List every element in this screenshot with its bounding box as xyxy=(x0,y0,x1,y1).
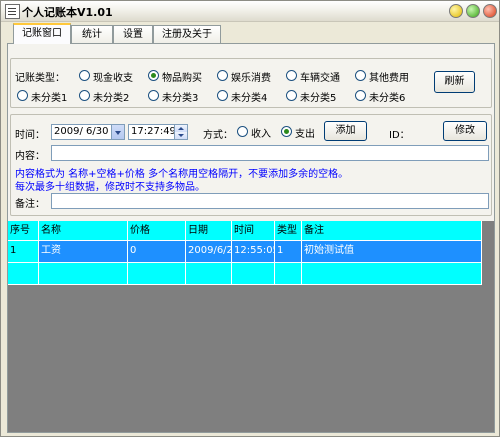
radio-uncat-1-label: 未分类1 xyxy=(31,93,68,104)
table-new-row-cell[interactable] xyxy=(39,263,128,285)
table-cell-time[interactable]: 12:55:05 xyxy=(232,241,275,263)
radio-entertainment[interactable] xyxy=(217,70,228,81)
radio-cash-label: 现金收支 xyxy=(93,73,133,84)
tab-statistics[interactable]: 统计 xyxy=(71,25,113,43)
radio-uncat-2-label: 未分类2 xyxy=(93,93,130,104)
radio-cash[interactable] xyxy=(79,70,90,81)
date-picker[interactable]: 2009/ 6/30 xyxy=(51,124,125,140)
column-header-name[interactable]: 名称 xyxy=(39,221,128,241)
table-new-row-cell[interactable] xyxy=(232,263,275,285)
column-header-index[interactable]: 序号 xyxy=(8,221,39,241)
title-bar[interactable]: 个人记账本V1.01 xyxy=(1,1,499,22)
entry-group: 时间： 2009/ 6/30 17:27:49 方式： 收入 支出 添加 ID：… xyxy=(10,114,492,216)
spin-down-icon xyxy=(175,132,187,139)
notebook-icon xyxy=(5,4,20,19)
time-label: 时间： xyxy=(15,130,45,141)
note-input[interactable] xyxy=(51,193,489,209)
table-cell-type[interactable]: 1 xyxy=(275,241,302,263)
content-input[interactable] xyxy=(51,145,489,161)
radio-goods[interactable] xyxy=(148,70,159,81)
radio-uncat-3[interactable] xyxy=(148,90,159,101)
radio-uncat-4[interactable] xyxy=(217,90,228,101)
add-button[interactable]: 添加 xyxy=(324,121,367,141)
spin-up-icon xyxy=(175,125,187,132)
radio-income-label: 收入 xyxy=(251,129,271,140)
table-new-row-cell[interactable] xyxy=(128,263,186,285)
table-cell-price[interactable]: 0 xyxy=(128,241,186,263)
tab-about[interactable]: 注册及关于 xyxy=(153,25,221,43)
radio-transport-label: 车辆交通 xyxy=(300,73,340,84)
column-header-time[interactable]: 时间 xyxy=(232,221,275,241)
close-button[interactable] xyxy=(483,4,497,18)
app-window: 个人记账本V1.01 记账窗口 统计 设置 注册及关于 记账类型： 现金收支 物… xyxy=(0,0,500,437)
radio-uncat-5-label: 未分类5 xyxy=(300,93,337,104)
time-spinner[interactable] xyxy=(174,125,187,139)
entry-tab-page: 记账类型： 现金收支 物品购买 娱乐消费 车辆交通 其他费用 未分类1 未分类2… xyxy=(7,43,495,433)
table-cell-name[interactable]: 工资 xyxy=(39,241,128,263)
radio-transport[interactable] xyxy=(286,70,297,81)
time-picker[interactable]: 17:27:49 xyxy=(128,124,188,140)
radio-expense-label: 支出 xyxy=(295,129,315,140)
date-value: 2009/ 6/30 xyxy=(54,126,109,137)
radio-expense[interactable] xyxy=(281,126,292,137)
radio-uncat-3-label: 未分类3 xyxy=(162,93,199,104)
table-new-row-cell[interactable] xyxy=(302,263,482,285)
radio-uncat-5[interactable] xyxy=(286,90,297,101)
note-label: 备注： xyxy=(15,199,45,210)
radio-income[interactable] xyxy=(237,126,248,137)
category-label: 记账类型： xyxy=(15,73,65,84)
modify-button[interactable]: 修改 xyxy=(443,121,487,141)
refresh-button[interactable]: 刷新 xyxy=(434,71,475,93)
radio-entertainment-label: 娱乐消费 xyxy=(231,73,271,84)
table-new-row-index[interactable] xyxy=(8,263,39,285)
table-new-row-cell[interactable] xyxy=(275,263,302,285)
format-hint-line2: 每次最多十组数据，修改时不支持多物品。 xyxy=(15,182,205,193)
column-header-type[interactable]: 类型 xyxy=(275,221,302,241)
radio-uncat-2[interactable] xyxy=(79,90,90,101)
column-header-date[interactable]: 日期 xyxy=(186,221,232,241)
radio-uncat-1[interactable] xyxy=(17,90,28,101)
tab-settings[interactable]: 设置 xyxy=(113,25,153,43)
window-title: 个人记账本V1.01 xyxy=(22,6,113,19)
minimize-button[interactable] xyxy=(449,4,463,18)
table-new-row-cell[interactable] xyxy=(186,263,232,285)
radio-uncat-6-label: 未分类6 xyxy=(369,93,406,104)
radio-goods-label: 物品购买 xyxy=(162,73,202,84)
mode-label: 方式： xyxy=(203,130,233,141)
radio-other[interactable] xyxy=(355,70,366,81)
table-row-index[interactable]: 1 xyxy=(8,241,39,263)
maximize-button[interactable] xyxy=(466,4,480,18)
tab-entry[interactable]: 记账窗口 xyxy=(13,23,71,44)
table-cell-date[interactable]: 2009/6/28 xyxy=(186,241,232,263)
time-value: 17:27:49 xyxy=(131,126,176,137)
column-header-note[interactable]: 备注 xyxy=(302,221,482,241)
table-cell-note[interactable]: 初始测试值 xyxy=(302,241,482,263)
records-grid[interactable]: 序号 名称 价格 日期 时间 类型 备注 1 工资 0 2009/6/28 12… xyxy=(8,221,494,432)
column-header-price[interactable]: 价格 xyxy=(128,221,186,241)
content-label: 内容： xyxy=(15,151,45,162)
id-label: ID： xyxy=(389,130,410,141)
radio-uncat-4-label: 未分类4 xyxy=(231,93,268,104)
date-dropdown-icon[interactable] xyxy=(111,125,124,139)
radio-other-label: 其他费用 xyxy=(369,73,409,84)
category-group: 记账类型： 现金收支 物品购买 娱乐消费 车辆交通 其他费用 未分类1 未分类2… xyxy=(10,58,492,108)
radio-uncat-6[interactable] xyxy=(355,90,366,101)
